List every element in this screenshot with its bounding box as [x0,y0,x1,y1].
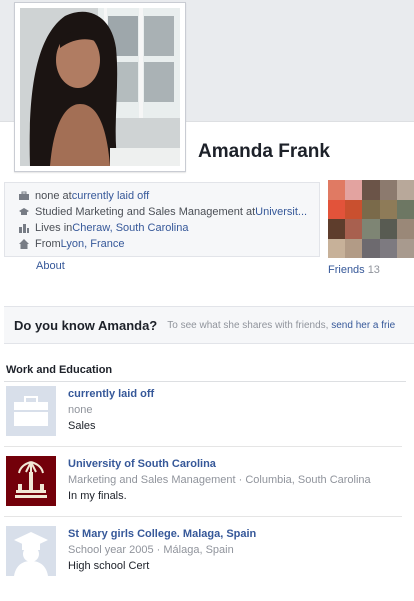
entry-description: High school Cert [68,560,150,572]
friend-thumbnail[interactable] [362,219,380,239]
profile-picture[interactable] [14,2,186,172]
friends-link[interactable]: Friends [328,264,365,276]
entry-title[interactable]: University of South Carolina [68,458,216,470]
friend-thumbnail[interactable] [396,219,414,239]
work-item: currently laid off none Sales [6,386,402,440]
intro-from-prefix: From [35,238,61,250]
entry-meta: Marketing and Sales Management · Columbi… [68,474,371,486]
intro-work-link[interactable]: currently laid off [72,190,149,202]
profile-name[interactable]: Amanda Frank [198,141,330,163]
know-person-bar: Do you know Amanda? To see what she shar… [4,306,414,344]
entry-description: Sales [68,420,96,432]
education-item: St Mary girls College. Malaga, Spain Sch… [6,526,402,580]
graduation-cap-icon [19,207,29,217]
work-education-heading: Work and Education [6,364,113,376]
friend-thumbnail[interactable] [379,219,397,239]
entry-title[interactable]: St Mary girls College. Malaga, Spain [68,528,256,540]
home-icon [19,239,29,249]
entry-meta: none [68,404,93,416]
know-person-title: Do you know Amanda? [14,317,158,333]
about-link[interactable]: About [36,260,65,272]
know-person-prompt: To see what she shares with friends, sen… [167,320,395,331]
friend-thumbnail[interactable] [396,180,414,200]
entry-title[interactable]: currently laid off [68,388,154,400]
friend-thumbnail[interactable] [362,180,380,200]
briefcase-icon[interactable] [6,386,56,436]
friend-thumbnail[interactable] [362,199,380,219]
intro-lives-row: Lives in Cheraw, South Carolina [19,220,315,236]
entry-description: In my finals. [68,490,127,502]
friend-thumbnail[interactable] [379,180,397,200]
friend-thumbnail[interactable] [379,199,397,219]
intro-education-row: Studied Marketing and Sales Management a… [19,204,315,220]
friend-thumbnail[interactable] [345,219,363,239]
graduate-icon[interactable] [6,526,56,576]
intro-lives-link[interactable]: Cheraw, South Carolina [72,222,188,234]
intro-lives-prefix: Lives in [35,222,73,234]
city-icon [19,223,29,233]
know-person-prompt-text: To see what she shares with friends, [167,319,332,331]
intro-work-prefix: none at [35,190,72,202]
briefcase-icon [19,191,29,201]
friend-thumbnail[interactable] [345,238,363,258]
friends-photo-grid[interactable] [328,180,414,258]
intro-box: none at currently laid off Studied Marke… [4,182,320,257]
entry-meta: School year 2005 · Málaga, Spain [68,544,234,556]
intro-education-link[interactable]: Universit... [255,206,307,218]
education-item: University of South Carolina Marketing a… [6,456,402,510]
friend-thumbnail[interactable] [328,180,346,200]
friend-thumbnail[interactable] [328,238,346,258]
friend-thumbnail[interactable] [328,199,346,219]
friend-thumbnail[interactable] [396,199,414,219]
intro-from-link[interactable]: Lyon, France [61,238,125,250]
friends-count: 13 [367,264,380,276]
section-divider [4,381,406,382]
friend-thumbnail[interactable] [379,238,397,258]
friend-thumbnail[interactable] [362,238,380,258]
entry-divider [4,516,402,517]
intro-from-row: From Lyon, France [19,236,315,252]
friend-thumbnail[interactable] [345,180,363,200]
friend-thumbnail[interactable] [345,199,363,219]
profile-photo-image [20,8,180,166]
send-friend-request-link[interactable]: send her a frie [331,320,395,331]
intro-work-row: none at currently laid off [19,188,315,204]
friend-thumbnail[interactable] [396,238,414,258]
university-crest-icon[interactable] [6,456,56,506]
entry-divider [4,446,402,447]
friend-thumbnail[interactable] [328,219,346,239]
intro-education-prefix: Studied Marketing and Sales Management a… [35,206,256,218]
friends-label: Friends 13 [328,264,380,276]
